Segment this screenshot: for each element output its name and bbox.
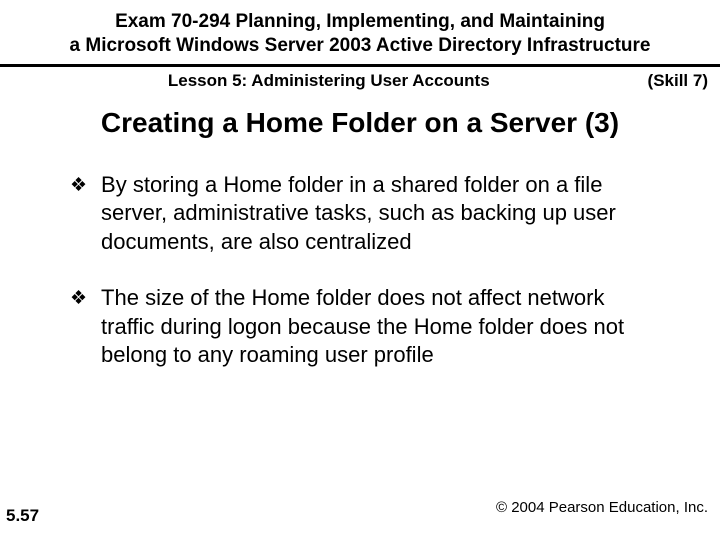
bullet-item: ❖ The size of the Home folder does not a…	[70, 284, 660, 370]
content-area: ❖ By storing a Home folder in a shared f…	[0, 159, 720, 371]
bullet-item: ❖ By storing a Home folder in a shared f…	[70, 171, 660, 257]
bullet-text: The size of the Home folder does not aff…	[101, 284, 660, 370]
skill-label: (Skill 7)	[648, 71, 710, 91]
lesson-label: Lesson 5: Administering User Accounts	[10, 71, 648, 91]
subheader: Lesson 5: Administering User Accounts (S…	[0, 67, 720, 101]
page-number: 5.57	[6, 506, 39, 526]
slide-title: Creating a Home Folder on a Server (3)	[0, 101, 720, 159]
diamond-bullet-icon: ❖	[70, 174, 87, 199]
diamond-bullet-icon: ❖	[70, 287, 87, 312]
bullet-text: By storing a Home folder in a shared fol…	[101, 171, 660, 257]
course-title-line2: a Microsoft Windows Server 2003 Active D…	[70, 35, 651, 56]
course-title-line1: Exam 70-294 Planning, Implementing, and …	[115, 11, 605, 32]
course-header: Exam 70-294 Planning, Implementing, and …	[0, 0, 720, 67]
copyright: © 2004 Pearson Education, Inc.	[496, 499, 708, 516]
